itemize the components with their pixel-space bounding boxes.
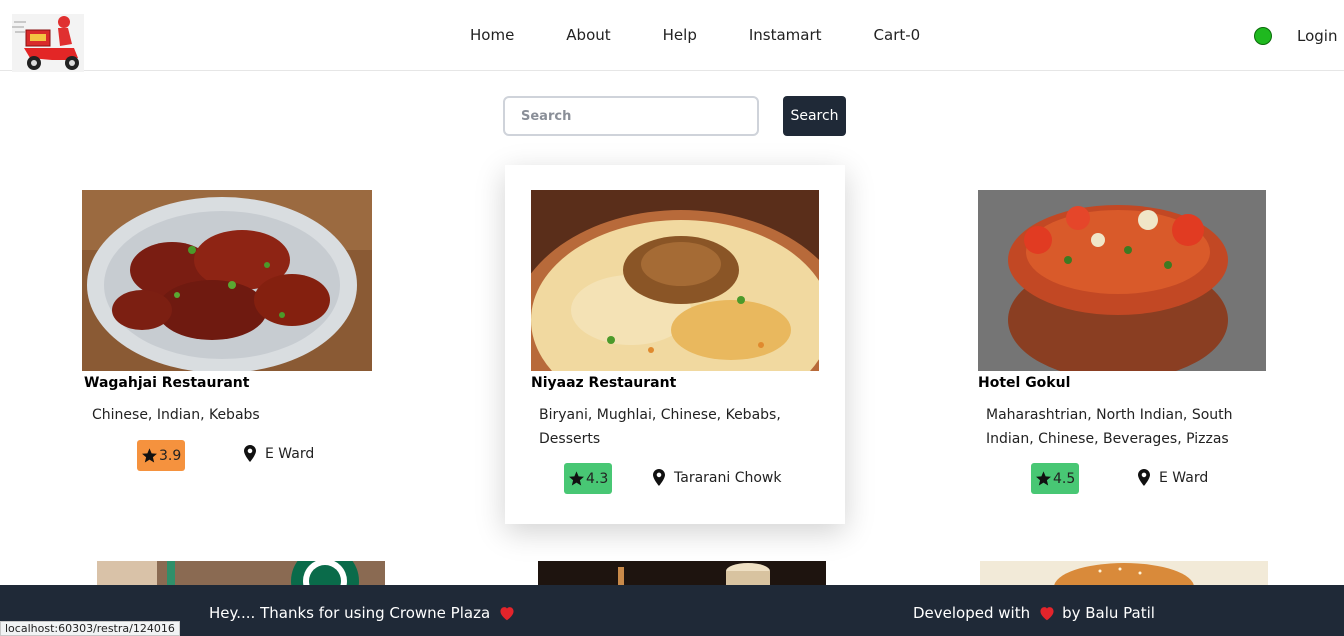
restaurant-image — [978, 190, 1266, 371]
footer-credit-suffix: by Balu Patil — [1062, 604, 1155, 622]
rating-badge: 3.9 — [137, 440, 186, 471]
restaurant-image-partial[interactable] — [538, 561, 826, 585]
browser-status-url: localhost:60303/restra/124016 — [0, 621, 180, 636]
heart-icon — [1040, 607, 1054, 621]
rating-badge: 4.5 — [1031, 463, 1080, 494]
online-status-indicator — [1254, 27, 1272, 45]
restaurant-image-partial[interactable] — [97, 561, 385, 585]
nav-instamart-link[interactable]: Instamart — [749, 26, 822, 44]
search-input[interactable] — [503, 96, 759, 136]
rating-value: 4.3 — [586, 470, 609, 487]
search-button[interactable]: Search — [783, 96, 846, 136]
star-icon — [142, 448, 157, 463]
footer-credit: Developed with by Balu Patil — [913, 604, 1155, 622]
star-icon — [1036, 471, 1051, 486]
heart-icon — [500, 607, 514, 621]
map-pin-icon — [653, 469, 665, 486]
nav-cart-link[interactable]: Cart-0 — [874, 26, 921, 44]
header: Home About Help Instamart Cart-0 Login — [0, 0, 1344, 72]
location-text: E Ward — [1159, 469, 1209, 486]
map-pin-icon — [1138, 469, 1150, 486]
nav-help-link[interactable]: Help — [663, 26, 697, 44]
footer-credit-prefix: Developed with — [913, 604, 1031, 622]
restaurant-cuisines: Maharashtrian, North Indian, South India… — [986, 407, 1233, 447]
rating-badge: 4.3 — [564, 463, 613, 494]
footer-thanks-text: Hey.... Thanks for using Crowne Plaza — [209, 604, 491, 622]
main-nav: Home About Help Instamart Cart-0 — [470, 26, 972, 44]
delivery-scooter-logo[interactable] — [12, 14, 84, 72]
restaurant-location: E Ward — [1138, 469, 1208, 486]
rating-value: 4.5 — [1053, 470, 1076, 487]
rating-value: 3.9 — [159, 447, 182, 464]
restaurant-image — [531, 190, 819, 371]
restaurant-cuisines: Chinese, Indian, Kebabs — [92, 407, 260, 423]
map-pin-icon — [244, 445, 256, 462]
restaurant-image-partial[interactable] — [980, 561, 1268, 585]
restaurant-location: E Ward — [244, 445, 314, 462]
location-text: Tararani Chowk — [674, 469, 782, 486]
restaurant-name: Niyaaz Restaurant — [531, 375, 677, 391]
restaurant-card[interactable]: Hotel Gokul Maharashtrian, North Indian,… — [966, 165, 1276, 510]
restaurant-cuisines: Biryani, Mughlai, Chinese, Kebabs, Desse… — [539, 407, 781, 447]
restaurant-location: Tararani Chowk — [653, 469, 781, 486]
login-button[interactable]: Login — [1297, 27, 1337, 45]
nav-about-link[interactable]: About — [566, 26, 610, 44]
footer-thanks: Hey.... Thanks for using Crowne Plaza — [209, 604, 522, 622]
restaurant-name: Wagahjai Restaurant — [84, 375, 250, 391]
restaurant-name: Hotel Gokul — [978, 375, 1071, 391]
restaurant-image — [82, 190, 372, 371]
restaurant-card[interactable]: Wagahjai Restaurant Chinese, Indian, Keb… — [70, 165, 380, 495]
location-text: E Ward — [265, 445, 315, 462]
star-icon — [569, 471, 584, 486]
nav-home-link[interactable]: Home — [470, 26, 514, 44]
footer: Hey.... Thanks for using Crowne Plaza De… — [0, 585, 1344, 636]
restaurant-card[interactable]: Niyaaz Restaurant Biryani, Mughlai, Chin… — [505, 165, 845, 524]
